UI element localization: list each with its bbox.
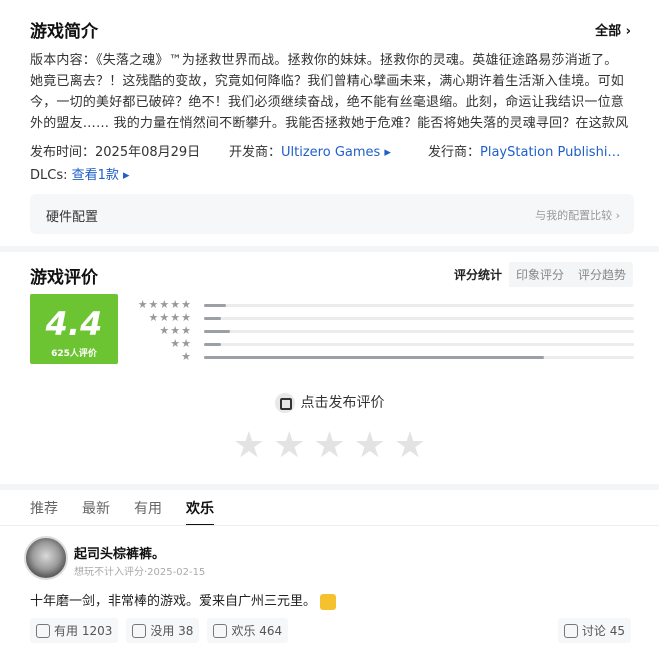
star-5-icon[interactable]: ★ bbox=[394, 424, 426, 465]
tab-useful[interactable]: 有用 bbox=[134, 498, 162, 526]
distribution-row: ★★★★ bbox=[128, 312, 634, 325]
publisher-link[interactable]: PlayStation Publishi… bbox=[480, 145, 620, 160]
reviews-card: 推荐 最新 有用 欢乐 起司头棕裤裤。 想玩不计入评分·2025-02-15 十… bbox=[0, 490, 659, 664]
caret-right-icon: ▸ bbox=[380, 145, 391, 160]
tab-impression-score[interactable]: 印象评分 bbox=[509, 262, 571, 287]
distribution-row: ★★★ bbox=[128, 325, 634, 338]
rating-title: 游戏评价 bbox=[30, 268, 98, 288]
distribution-bar bbox=[204, 330, 230, 333]
star-2-icon[interactable]: ★ bbox=[273, 424, 305, 465]
useless-button[interactable]: 没用 38 bbox=[126, 618, 200, 643]
distribution-stars: ★★ bbox=[170, 338, 192, 350]
avatar[interactable] bbox=[24, 536, 68, 580]
distribution-row: ★★★★★ bbox=[128, 299, 634, 312]
developer-link[interactable]: Ultizero Games bbox=[281, 145, 380, 160]
star-1-icon[interactable]: ★ bbox=[233, 424, 265, 465]
dlc-link[interactable]: 查看1款 bbox=[72, 168, 119, 183]
distribution-stars: ★★★★★ bbox=[137, 299, 192, 311]
review-tabs: 推荐 最新 有用 欢乐 bbox=[30, 498, 214, 526]
chevron-right-icon: › bbox=[612, 209, 620, 222]
review-body: 十年磨一剑，非常棒的游戏。爱来自广州三元里。 bbox=[30, 594, 317, 609]
discuss-label: 讨论 45 bbox=[581, 624, 625, 638]
game-description: 版本内容：《失落之魂》™为拯救世界而战。拯救你的妹妹。拯救你的灵魂。英雄征途路易… bbox=[30, 53, 629, 131]
tab-fun[interactable]: 欢乐 bbox=[186, 498, 214, 526]
tab-score-stats[interactable]: 评分统计 bbox=[446, 262, 509, 287]
tab-latest[interactable]: 最新 bbox=[82, 498, 110, 526]
useful-button[interactable]: 有用 1203 bbox=[30, 618, 119, 643]
star-4-icon[interactable]: ★ bbox=[354, 424, 386, 465]
star-3-icon[interactable]: ★ bbox=[313, 424, 345, 465]
review-icon bbox=[274, 393, 295, 413]
hardware-label: 硬件配置 bbox=[46, 210, 99, 225]
distribution-track bbox=[204, 356, 634, 359]
release-info: 发布时间：2025年08月29日 bbox=[30, 141, 200, 160]
publisher-info: 发行商：PlayStation Publishi… bbox=[428, 141, 620, 160]
laugh-face-icon bbox=[213, 623, 228, 638]
distribution-bar bbox=[204, 304, 226, 307]
distribution-stars: ★★★ bbox=[159, 325, 192, 337]
release-date: 2025年08月29日 bbox=[95, 145, 201, 160]
distribution-bar bbox=[204, 356, 544, 359]
distribution-track bbox=[204, 330, 634, 333]
comment-icon bbox=[563, 623, 578, 638]
post-review-label: 点击发布评价 bbox=[300, 395, 385, 411]
fun-label: 欢乐 464 bbox=[231, 624, 283, 638]
release-label: 发布时间： bbox=[30, 145, 96, 160]
distribution-row: ★ bbox=[128, 351, 634, 364]
distribution-bar bbox=[204, 343, 222, 346]
distribution-bar bbox=[204, 317, 222, 320]
rating-count: 625人评价 bbox=[51, 349, 97, 359]
chevron-right-icon: › bbox=[625, 24, 631, 39]
score-value: 4.4 bbox=[45, 305, 103, 343]
divider bbox=[0, 525, 659, 526]
developer-label: 开发商： bbox=[229, 145, 282, 160]
intro-card: 游戏简介 全部 › 版本内容：《失落之魂》™为拯救世界而战。拯救你的妹妹。拯救你… bbox=[0, 0, 659, 246]
score-box: 4.4 625人评价 bbox=[30, 294, 118, 364]
tab-recommended[interactable]: 推荐 bbox=[30, 498, 58, 526]
distribution-stars: ★★★★ bbox=[148, 312, 192, 324]
dlc-info: DLCs: 查看1款 ▸ bbox=[30, 164, 130, 183]
hardware-config-row[interactable]: 硬件配置 与我的配置比较 › bbox=[30, 194, 634, 234]
review-actions: 有用 1203 没用 38 欢乐 464 bbox=[30, 618, 289, 643]
distribution-track bbox=[204, 343, 634, 346]
dlc-label: DLCs: bbox=[30, 168, 68, 183]
publisher-label: 发行商： bbox=[428, 145, 481, 160]
distribution-track bbox=[204, 317, 634, 320]
tab-score-trend[interactable]: 评分趋势 bbox=[571, 262, 633, 287]
thumbs-up-icon bbox=[36, 623, 50, 638]
distribution-stars: ★ bbox=[181, 351, 192, 363]
post-review-button[interactable]: 点击发布评价 bbox=[0, 392, 659, 413]
caret-right-icon: ▸ bbox=[118, 168, 130, 183]
rating-tabs: 评分统计 印象评分 评分趋势 bbox=[446, 262, 633, 287]
distribution-track bbox=[204, 304, 634, 307]
username[interactable]: 起司头棕裤裤。 bbox=[74, 543, 165, 562]
star-rating-input: ★ ★ ★ ★ ★ bbox=[0, 424, 659, 466]
review-meta: 想玩不计入评分·2025-02-15 bbox=[74, 567, 206, 578]
meh-face-icon bbox=[132, 623, 147, 638]
discuss-button[interactable]: 讨论 45 bbox=[557, 618, 631, 643]
useful-label: 有用 1203 bbox=[54, 624, 113, 638]
distribution-row: ★★ bbox=[128, 338, 634, 351]
rating-card: 游戏评价 评分统计 印象评分 评分趋势 4.4 625人评价 ★★★★★ ★★★★… bbox=[0, 252, 659, 484]
hardware-compare-link[interactable]: 与我的配置比较 › bbox=[535, 207, 620, 223]
hardware-compare-label: 与我的配置比较 bbox=[535, 209, 613, 222]
useless-label: 没用 38 bbox=[150, 624, 194, 638]
all-label: 全部 bbox=[595, 24, 622, 39]
review-text: 十年磨一剑，非常棒的游戏。爱来自广州三元里。 bbox=[30, 590, 337, 610]
intro-title: 游戏简介 bbox=[30, 22, 98, 42]
all-button[interactable]: 全部 › bbox=[595, 20, 631, 39]
developer-info: 开发商：Ultizero Games ▸ bbox=[229, 141, 391, 160]
fun-button[interactable]: 欢乐 464 bbox=[207, 618, 289, 643]
thumbs-up-emoji-icon bbox=[320, 593, 337, 610]
